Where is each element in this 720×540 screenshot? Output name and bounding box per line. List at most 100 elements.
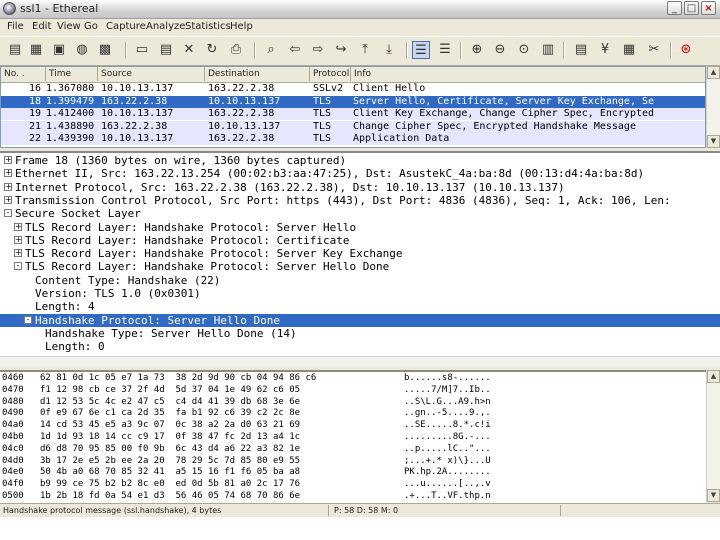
expand-icon[interactable]: +	[4, 156, 12, 164]
go-to-icon[interactable]: ↪	[332, 41, 350, 59]
scroll-up-icon[interactable]: ▲	[707, 66, 720, 79]
packet-row[interactable]: 16 1.367080 10.10.13.137 163.22.2.38 SSLv2 Cl…	[1, 83, 705, 95]
close-icon[interactable]: ✕	[180, 41, 198, 59]
detail-tree-item[interactable]: - Handshake Protocol: Server Hello Done	[0, 313, 720, 327]
resize-columns-icon[interactable]: ▥	[539, 41, 557, 59]
detail-tree-item[interactable]: - Secure Socket Layer	[0, 207, 720, 220]
hex-dump-row[interactable]: 0470 f1 12 98 cb ce 37 2f 4d 5d 37 04 1e …	[0, 385, 704, 396]
hex-dump-row[interactable]: 04c0 d6 d8 70 95 85 00 f0 9b 6c 43 d4 a6 …	[0, 444, 704, 455]
minimize-icon[interactable]: _	[667, 1, 682, 15]
scroll-down-icon[interactable]: ▼	[707, 489, 720, 502]
expand-icon[interactable]: +	[4, 195, 12, 204]
column-header-destination[interactable]: Destination	[205, 67, 310, 81]
column-header-time[interactable]: Time	[46, 67, 98, 81]
back-icon[interactable]: ⇦	[286, 41, 304, 59]
detail-tree-item[interactable]: Length: 4	[0, 300, 720, 313]
colorize-icon[interactable]: ☰	[412, 41, 430, 59]
expand-icon[interactable]: +	[4, 169, 12, 178]
hex-dump-row[interactable]: 04d0 3b 17 2e e5 2b ee 2a 20 78 29 5c 7d …	[0, 456, 704, 467]
hex-dump-row[interactable]: 0500 1b 2b 18 fd 0a 54 e1 d3 56 46 05 74 …	[0, 491, 704, 502]
hex-offset: 04e0	[2, 467, 24, 478]
detail-tree-item[interactable]: Handshake Type: Server Hello Done (14)	[0, 327, 720, 340]
help-icon[interactable]: ⊛	[677, 41, 695, 59]
collapse-icon[interactable]: -	[24, 315, 32, 324]
packet-list-scrollbar[interactable]: ▲ ▼	[706, 66, 720, 148]
menu-help[interactable]: Help	[230, 21, 253, 32]
detail-tree-item[interactable]: Content Type: Handshake (22)	[0, 274, 720, 287]
scroll-up-icon[interactable]: ▲	[707, 370, 720, 383]
detail-tree-label: Length: 4	[35, 300, 95, 314]
menu-capture[interactable]: Capture	[106, 21, 146, 32]
expand-icon[interactable]: +	[14, 249, 22, 258]
menu-go[interactable]: Go	[84, 21, 98, 32]
capture-filters-icon[interactable]: ▤	[572, 41, 590, 59]
hex-ascii: ..gn..-5....9.,.	[404, 408, 491, 419]
packet-row[interactable]: 19 1.412400 10.10.13.137 163.22.2.38 TLS Clie…	[1, 108, 705, 120]
hex-dump-row[interactable]: 0460 62 81 0d 1c 05 e7 1a 73 38 2d 9d 90 …	[0, 373, 704, 384]
column-header-no[interactable]: No. .	[1, 67, 46, 81]
menu-analyze[interactable]: Analyze	[146, 21, 185, 32]
column-header-protocol[interactable]: Protocol	[310, 67, 351, 81]
hex-bytes: f1 12 98 cb ce 37 2f 4d 5d 37 04 1e 49 6…	[40, 384, 301, 395]
options-icon[interactable]: ▣	[50, 41, 68, 59]
first-packet-icon[interactable]: ⤒	[356, 41, 374, 59]
detail-tree-item[interactable]: + Ethernet II, Src: 163.22.13.254 (00:02:…	[0, 167, 720, 180]
stop-icon[interactable]: ▩	[96, 41, 114, 59]
menu-view[interactable]: View	[57, 21, 81, 32]
detail-tree-item[interactable]: + TLS Record Layer: Handshake Protocol: S…	[0, 221, 720, 234]
print-icon[interactable]: ⎙	[227, 41, 245, 59]
start-capture-icon[interactable]: ◍	[73, 41, 91, 59]
hex-dump-row[interactable]: 04a0 14 cd 53 45 e5 a3 9c 07 0c 38 a2 2a …	[0, 420, 704, 431]
detail-tree-item[interactable]: Length: 0	[0, 340, 720, 353]
expand-icon[interactable]: +	[14, 222, 22, 231]
close-window-icon[interactable]: ×	[701, 1, 716, 15]
collapse-icon[interactable]: -	[4, 209, 12, 218]
preferences-icon[interactable]: ✂	[645, 41, 663, 59]
bytes-scrollbar[interactable]: ▲ ▼	[706, 370, 720, 502]
hex-dump-row[interactable]: 04e0 50 4b a0 68 70 85 32 41 a5 15 16 f1 …	[0, 467, 704, 478]
detail-tree-item[interactable]: Version: TLS 1.0 (0x0301)	[0, 287, 720, 300]
find-icon[interactable]: ⌕	[262, 41, 280, 59]
hex-dump-row[interactable]: 0490 0f e9 67 6e c1 ca 2d 35 fa b1 92 c6 …	[0, 408, 704, 419]
hex-dump-row[interactable]: 04f0 b9 99 ce 75 b2 b2 8c e0 ed 0d 5b 81 …	[0, 479, 704, 490]
auto-scroll-icon[interactable]: ☰	[436, 41, 454, 59]
coloring-rules-icon[interactable]: ▦	[620, 41, 638, 59]
hex-dump-row[interactable]: 0480 d1 12 53 5c 4c e2 47 c5 c4 d4 41 39 …	[0, 397, 704, 408]
detail-tree-item[interactable]: + TLS Record Layer: Handshake Protocol: S…	[0, 247, 720, 260]
reload-icon[interactable]: ↻	[203, 41, 221, 59]
menu-statistics[interactable]: Statistics	[185, 21, 231, 32]
packet-row[interactable]: 18 1.399479 163.22.2.38 10.10.13.137 TLS Serv…	[1, 95, 705, 108]
detail-tree-item[interactable]: + Frame 18 (1360 bytes on wire, 1360 byte…	[0, 154, 720, 167]
details-horizontal-scrollbar[interactable]	[0, 356, 720, 367]
column-header-source[interactable]: Source	[98, 67, 205, 81]
open-file-icon[interactable]: ▭	[133, 41, 151, 59]
menu-file[interactable]: File	[7, 21, 24, 32]
maximize-icon[interactable]: □	[684, 1, 699, 15]
forward-icon[interactable]: ⇨	[309, 41, 327, 59]
detail-tree-item[interactable]: + Internet Protocol, Src: 163.22.2.38 (16…	[0, 181, 720, 194]
zoom-normal-icon[interactable]: ⊙	[515, 41, 533, 59]
packet-list: No. . Time Source Destination Protocol I…	[0, 66, 706, 148]
hex-offset: 0460	[2, 373, 24, 383]
packet-cell-info: Application Data	[353, 133, 450, 144]
last-packet-icon[interactable]: ⤓	[380, 41, 398, 59]
packet-row[interactable]: 22 1.439390 10.10.13.137 163.22.2.38 TLS Appl…	[1, 133, 705, 145]
packet-row[interactable]: 21 1.438890 163.22.2.38 10.10.13.137 TLS Chan…	[1, 120, 705, 133]
detail-tree-item[interactable]: + Transmission Control Protocol, Src Port…	[0, 194, 720, 207]
save-icon[interactable]: ▦	[27, 41, 45, 59]
detail-tree-item[interactable]: - TLS Record Layer: Handshake Protocol: S…	[0, 260, 720, 273]
detail-tree-item[interactable]: + TLS Record Layer: Handshake Protocol: C…	[0, 234, 720, 247]
display-filters-icon[interactable]: ¥	[596, 41, 614, 59]
zoom-out-icon[interactable]: ⊖	[491, 41, 509, 59]
open-capture-icon[interactable]: ▤	[6, 41, 24, 59]
menu-edit[interactable]: Edit	[32, 21, 51, 32]
save-as-icon[interactable]: ▤	[157, 41, 175, 59]
expand-icon[interactable]: +	[14, 235, 22, 244]
expand-icon[interactable]: +	[4, 182, 12, 191]
column-header-info[interactable]: Info	[351, 67, 705, 81]
collapse-icon[interactable]: -	[14, 262, 22, 271]
hex-dump-row[interactable]: 04b0 1d 1d 93 18 14 cc c9 17 0f 38 47 fc …	[0, 432, 704, 443]
packet-cell-dst: 10.10.13.137	[208, 120, 281, 132]
zoom-in-icon[interactable]: ⊕	[468, 41, 486, 59]
scroll-down-icon[interactable]: ▼	[707, 135, 720, 148]
